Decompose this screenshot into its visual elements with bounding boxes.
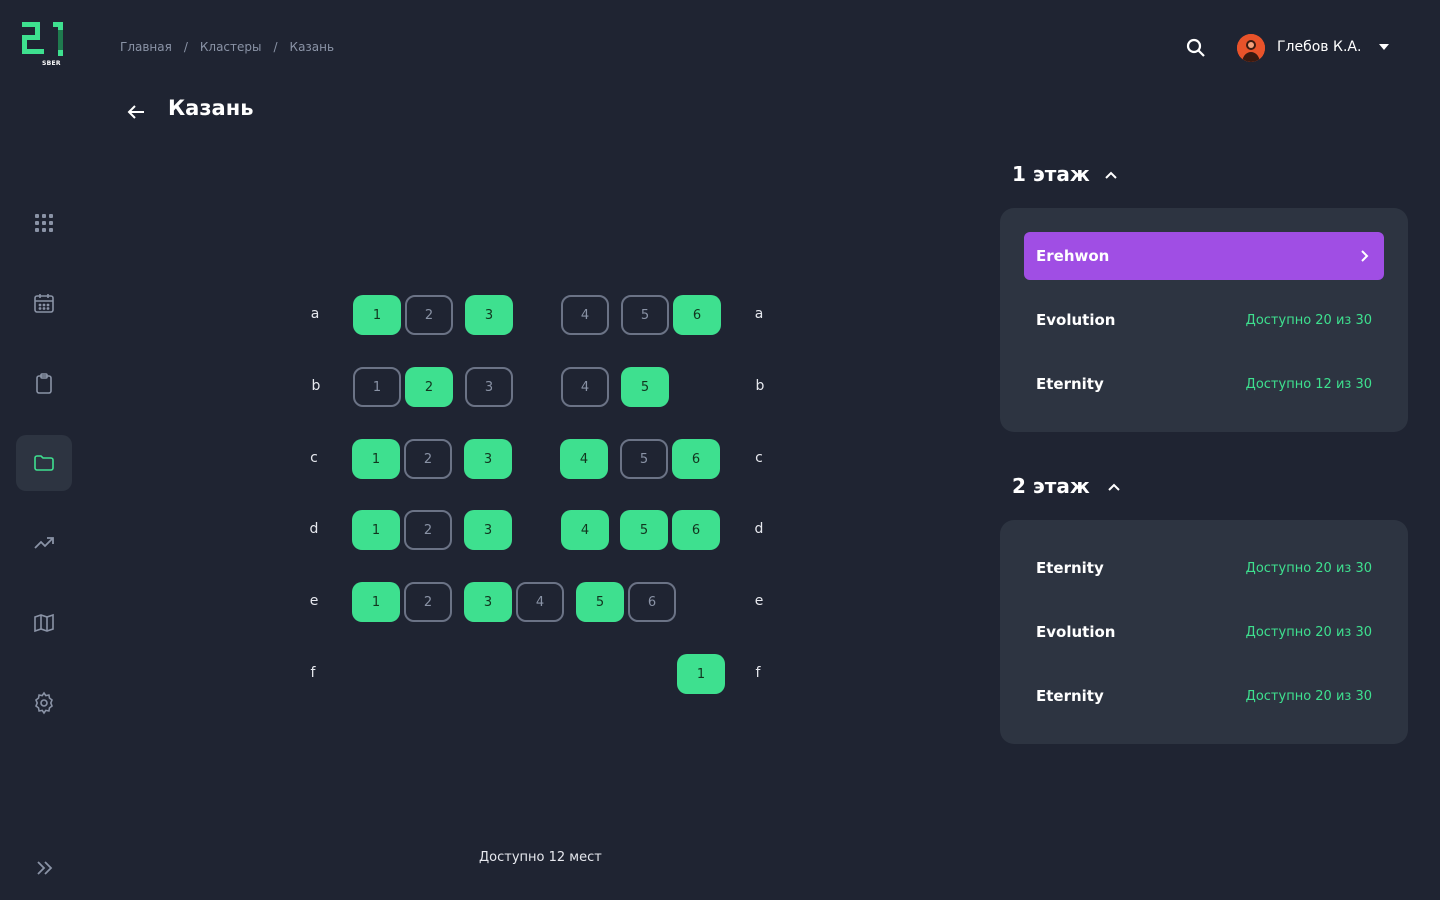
grid-icon — [35, 214, 53, 232]
trending-icon — [34, 537, 54, 549]
floor-title[interactable]: 1 этаж — [1012, 162, 1090, 186]
row-label: c — [755, 450, 763, 466]
avatar[interactable] — [1237, 34, 1265, 62]
breadcrumb-current: Казань — [289, 40, 335, 54]
cluster-name: Evolution — [1036, 311, 1116, 329]
chevron-right-icon — [1361, 250, 1369, 262]
row-label: a — [310, 306, 320, 322]
row-label: d — [754, 521, 764, 537]
chevron-up-icon[interactable] — [1106, 480, 1122, 496]
floor-title[interactable]: 2 этаж — [1012, 474, 1090, 498]
avatar-image — [1237, 34, 1265, 62]
cluster-name: Eternity — [1036, 375, 1104, 393]
sidebar-item-calendar[interactable] — [16, 275, 72, 331]
page-title: Казань — [168, 96, 254, 120]
seat-e-6[interactable]: 6 — [628, 582, 676, 622]
seat-a-3[interactable]: 3 — [465, 295, 513, 335]
cluster-item-evolution[interactable]: Evolution Доступно 20 из 30 — [1024, 296, 1384, 344]
sidebar-item-statistics[interactable] — [16, 515, 72, 571]
seat-d-1[interactable]: 1 — [352, 510, 400, 550]
seat-a-4[interactable]: 4 — [561, 295, 609, 335]
cluster-availability: Доступно 20 из 30 — [1245, 624, 1372, 640]
seat-c-2[interactable]: 2 — [404, 439, 452, 479]
seat-e-1[interactable]: 1 — [352, 582, 400, 622]
seat-d-4[interactable]: 4 — [561, 510, 609, 550]
row-label: f — [755, 665, 761, 681]
seat-b-4[interactable]: 4 — [561, 367, 609, 407]
seat-b-3[interactable]: 3 — [465, 367, 513, 407]
gear-icon — [35, 691, 53, 715]
floor-card: Eternity Доступно 20 из 30 Evolution Доступ… — [1000, 520, 1408, 744]
row-label: a — [754, 306, 764, 322]
seat-c-1[interactable]: 1 — [352, 439, 400, 479]
cluster-item-evolution[interactable]: Evolution Доступно 20 из 30 — [1024, 608, 1384, 656]
cluster-item-eternity[interactable]: Eternity Доступно 12 из 30 — [1024, 360, 1384, 408]
cluster-name: Erehwon — [1036, 247, 1110, 265]
cluster-availability: Доступно 12 из 30 — [1245, 376, 1372, 392]
arrow-left-icon[interactable] — [124, 100, 148, 124]
logo-sber-text: SBER — [42, 60, 61, 67]
breadcrumb-clusters[interactable]: Кластеры — [200, 40, 262, 54]
breadcrumb-separator: / — [273, 40, 278, 54]
cluster-name: Eternity — [1036, 559, 1104, 577]
sidebar-item-map[interactable] — [16, 595, 72, 651]
seat-b-2[interactable]: 2 — [405, 367, 453, 407]
seat-d-5[interactable]: 5 — [620, 510, 668, 550]
breadcrumb-home[interactable]: Главная — [120, 40, 172, 54]
row-label: b — [755, 378, 765, 394]
search-icon[interactable] — [1184, 36, 1208, 60]
cluster-name: Evolution — [1036, 623, 1116, 641]
seat-c-3[interactable]: 3 — [464, 439, 512, 479]
user-name[interactable]: Глебов К.А. — [1277, 39, 1361, 55]
seat-a-5[interactable]: 5 — [621, 295, 669, 335]
sidebar-item-dashboard[interactable] — [16, 195, 72, 251]
cluster-item-erehwon[interactable]: Erehwon — [1024, 232, 1384, 280]
seat-e-4[interactable]: 4 — [516, 582, 564, 622]
sidebar-item-settings[interactable] — [16, 675, 72, 731]
sidebar-expand-button[interactable] — [16, 840, 72, 896]
sidebar-item-clusters[interactable] — [16, 435, 72, 491]
row-label: f — [310, 665, 316, 681]
map-icon — [34, 613, 54, 633]
seat-c-4[interactable]: 4 — [560, 439, 608, 479]
clipboard-icon — [36, 373, 52, 394]
app: SBER Главная / Кластеры / Казань Глебов … — [0, 0, 1440, 900]
chevron-up-icon[interactable] — [1103, 168, 1119, 184]
seat-e-2[interactable]: 2 — [404, 582, 452, 622]
seat-d-2[interactable]: 2 — [404, 510, 452, 550]
row-label: e — [754, 593, 764, 609]
cluster-name: Eternity — [1036, 687, 1104, 705]
seat-a-6[interactable]: 6 — [673, 295, 721, 335]
cluster-item-eternity[interactable]: Eternity Доступно 20 из 30 — [1024, 672, 1384, 720]
calendar-icon — [34, 294, 54, 313]
cluster-availability: Доступно 20 из 30 — [1245, 312, 1372, 328]
caret-down-icon[interactable] — [1378, 42, 1390, 52]
available-seats-text: Доступно 12 мест — [479, 850, 602, 865]
seat-e-3[interactable]: 3 — [464, 582, 512, 622]
seat-d-6[interactable]: 6 — [672, 510, 720, 550]
sidebar-item-tasks[interactable] — [16, 355, 72, 411]
seat-f-1[interactable]: 1 — [677, 654, 725, 694]
seat-d-3[interactable]: 3 — [464, 510, 512, 550]
chevrons-right-icon — [37, 861, 53, 875]
cluster-availability: Доступно 20 из 30 — [1245, 560, 1372, 576]
seat-a-1[interactable]: 1 — [353, 295, 401, 335]
row-label: d — [309, 521, 319, 537]
seat-a-2[interactable]: 2 — [405, 295, 453, 335]
cluster-availability: Доступно 20 из 30 — [1245, 688, 1372, 704]
breadcrumb: Главная / Кластеры / Казань — [120, 40, 334, 54]
folder-icon — [34, 455, 54, 471]
seat-c-6[interactable]: 6 — [672, 439, 720, 479]
seat-e-5[interactable]: 5 — [576, 582, 624, 622]
breadcrumb-separator: / — [183, 40, 188, 54]
row-label: b — [311, 378, 321, 394]
seat-c-5[interactable]: 5 — [620, 439, 668, 479]
floor-card: Erehwon Evolution Доступно 20 из 30 Eternit… — [1000, 208, 1408, 432]
cluster-item-eternity[interactable]: Eternity Доступно 20 из 30 — [1024, 544, 1384, 592]
row-label: c — [310, 450, 318, 466]
seat-b-1[interactable]: 1 — [353, 367, 401, 407]
row-label: e — [309, 593, 319, 609]
seat-b-5[interactable]: 5 — [621, 367, 669, 407]
